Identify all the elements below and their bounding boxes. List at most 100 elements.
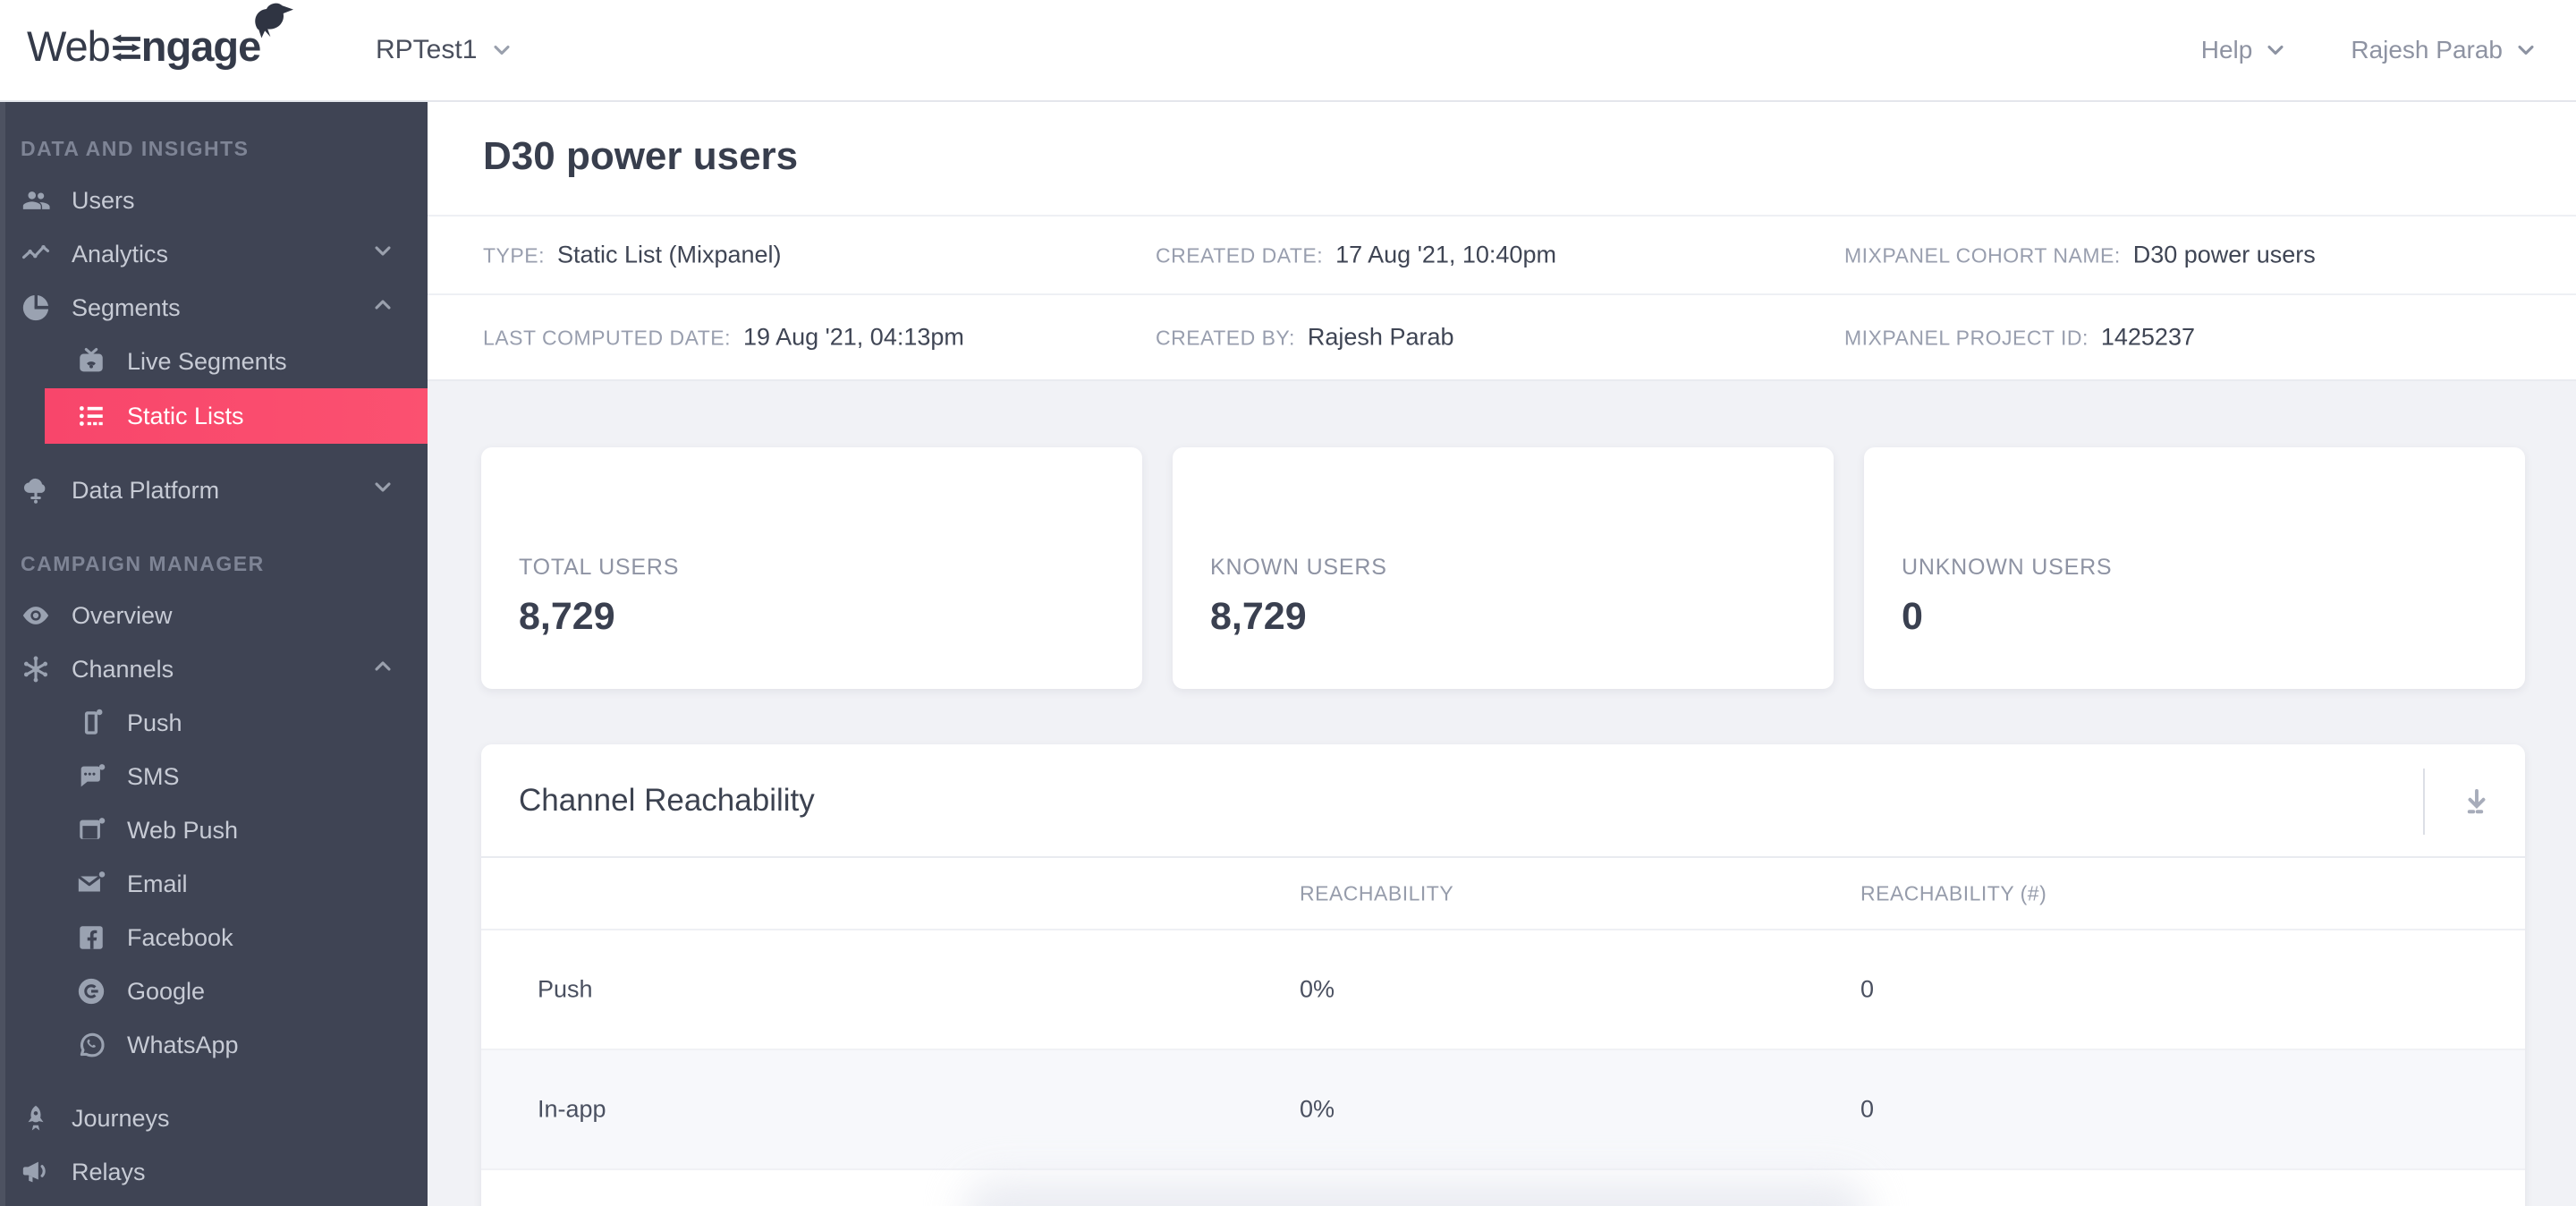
total-users-card: TOTAL USERS 8,729: [481, 447, 1142, 689]
sidebar-item-label: Static Lists: [127, 402, 244, 429]
panel-title: Channel Reachability: [519, 782, 815, 818]
meta-created-by: CREATED BY: Rajesh Parab: [1156, 323, 1454, 351]
google-icon: [75, 975, 107, 1007]
sidebar-item-label: WhatsApp: [127, 1031, 239, 1058]
logo-text-web: Web: [27, 22, 111, 70]
sidebar-item-relays[interactable]: Relays: [0, 1145, 428, 1199]
logo-arrows-icon: [112, 34, 140, 62]
channel-reachability-panel: Channel Reachability REACHABILITY REACHA…: [481, 744, 2525, 1206]
meta-row: TYPE: Static List (Mixpanel) CREATED DATE…: [428, 215, 2576, 293]
sidebar-item-sms[interactable]: SMS: [0, 750, 428, 803]
table-header-row: REACHABILITY REACHABILITY (#): [481, 858, 2525, 930]
reachability-percent: 0%: [1300, 1095, 1335, 1123]
sidebar-item-label: Live Segments: [127, 347, 287, 375]
sidebar-section-data-and-insights: DATA AND INSIGHTS: [21, 136, 250, 160]
meta-last-computed-date: LAST COMPUTED DATE: 19 Aug '21, 04:13pm: [483, 323, 964, 351]
sidebar-item-push[interactable]: Push: [0, 696, 428, 750]
email-icon: [75, 868, 107, 900]
sidebar-item-web-push[interactable]: Web Push: [0, 803, 428, 857]
channels-icon: [20, 653, 52, 685]
user-name: Rajesh Parab: [2351, 36, 2503, 64]
sidebar-item-journeys[interactable]: Journeys: [0, 1091, 428, 1145]
meta-row: LAST COMPUTED DATE: 19 Aug '21, 04:13pm C…: [428, 293, 2576, 379]
reachability-count: 0: [1860, 1095, 1875, 1123]
chevron-down-icon: [2518, 45, 2534, 55]
sms-icon: [75, 760, 107, 793]
sidebar-item-live-segments[interactable]: Live Segments: [0, 335, 428, 388]
chevron-up-icon: [375, 661, 391, 671]
sidebar-item-label: Email: [127, 870, 188, 897]
users-icon: [20, 184, 52, 217]
chevron-down-icon: [2267, 45, 2284, 55]
workspace-selector[interactable]: RPTest1: [376, 0, 514, 100]
data-platform-icon: [20, 474, 52, 506]
sidebar-item-email[interactable]: Email: [0, 857, 428, 911]
sidebar-item-label: SMS: [127, 762, 180, 790]
sidebar-item-label: Analytics: [72, 240, 169, 268]
page-header: D30 power users TYPE: Static List (Mixpan…: [428, 102, 2576, 381]
rocket-icon: [20, 1102, 52, 1134]
sidebar-item-label: Channels: [72, 655, 174, 683]
sidebar-item-channels[interactable]: Channels: [0, 642, 428, 696]
channel-name: Push: [538, 975, 593, 1003]
sidebar-item-label: Segments: [72, 293, 181, 321]
sidebar-item-label: Data Platform: [72, 476, 220, 504]
eye-icon: [20, 599, 52, 632]
live-segments-icon: [75, 345, 107, 378]
main-content: D30 power users TYPE: Static List (Mixpan…: [428, 102, 2576, 1206]
web-push-icon: [75, 814, 107, 846]
reachability-percent: 0%: [1300, 975, 1335, 1003]
sidebar-item-segments[interactable]: Segments: [0, 281, 428, 335]
column-header-reachability-count: REACHABILITY (#): [1860, 881, 2047, 904]
sidebar-item-whatsapp[interactable]: WhatsApp: [0, 1018, 428, 1072]
chevron-down-icon: [375, 482, 391, 492]
table-row-push: Push 0% 0: [481, 930, 2525, 1050]
sidebar-item-facebook[interactable]: Facebook: [0, 911, 428, 964]
sidebar-item-static-lists[interactable]: Static Lists: [45, 388, 428, 444]
whatsapp-icon: [75, 1029, 107, 1061]
sidebar-item-google[interactable]: Google: [0, 964, 428, 1018]
column-header-reachability: REACHABILITY: [1300, 881, 1454, 904]
chevron-down-icon: [494, 45, 510, 55]
card-value: 8,729: [519, 595, 615, 638]
meta-type: TYPE: Static List (Mixpanel): [483, 241, 782, 268]
reachability-count: 0: [1860, 975, 1875, 1003]
chevron-up-icon: [375, 300, 391, 310]
logo-text-engage: ngage: [140, 22, 261, 70]
sidebar-item-overview[interactable]: Overview: [0, 589, 428, 642]
divider: [2423, 768, 2425, 835]
meta-created-date: CREATED DATE: 17 Aug '21, 10:40pm: [1156, 241, 1556, 268]
known-users-card: KNOWN USERS 8,729: [1173, 447, 1834, 689]
help-label: Help: [2200, 36, 2253, 64]
content-area: TOTAL USERS 8,729 KNOWN USERS 8,729 UNKN…: [428, 381, 2576, 1206]
workspace-name: RPTest1: [376, 35, 478, 64]
sidebar-item-label: Facebook: [127, 923, 233, 951]
sidebar-section-campaign-manager: CAMPAIGN MANAGER: [21, 551, 265, 575]
meta-info: TYPE: Static List (Mixpanel) CREATED DATE…: [428, 215, 2576, 381]
segments-icon: [20, 292, 52, 324]
sidebar-item-label: Overview: [72, 601, 173, 629]
sidebar-item-label: Relays: [72, 1158, 146, 1185]
meta-mixpanel-cohort-name: MIXPANEL COHORT NAME: D30 power users: [1844, 241, 2316, 268]
unknown-users-card: UNKNOWN USERS 0: [1864, 447, 2525, 689]
help-menu[interactable]: Help: [2201, 36, 2289, 64]
sidebar-item-label: Push: [127, 709, 182, 736]
sidebar-item-label: Google: [127, 977, 206, 1005]
sidebar-item-users[interactable]: Users: [0, 174, 428, 227]
stat-cards: TOTAL USERS 8,729 KNOWN USERS 8,729 UNKN…: [481, 447, 2525, 689]
sidebar-item-analytics[interactable]: Analytics: [0, 227, 428, 281]
card-label: UNKNOWN USERS: [1902, 555, 2113, 580]
download-button[interactable]: [2452, 777, 2502, 827]
user-menu[interactable]: Rajesh Parab: [2351, 36, 2538, 64]
sidebar-item-label: Users: [72, 186, 135, 214]
sidebar-item-data-platform[interactable]: Data Platform: [0, 463, 428, 517]
webengage-logo[interactable]: Web ngage: [27, 3, 294, 71]
chevron-down-icon: [375, 246, 391, 256]
channel-name: In-app: [538, 1095, 606, 1123]
bird-icon: [255, 3, 294, 38]
static-lists-icon: [75, 400, 107, 432]
bottom-scroll-shadow: [964, 1179, 1868, 1206]
topbar: Web ngage RPTest1 Help Rajesh Parab: [0, 0, 2576, 102]
download-icon: [2467, 788, 2487, 813]
table-row-in-app: In-app 0% 0: [481, 1050, 2525, 1170]
